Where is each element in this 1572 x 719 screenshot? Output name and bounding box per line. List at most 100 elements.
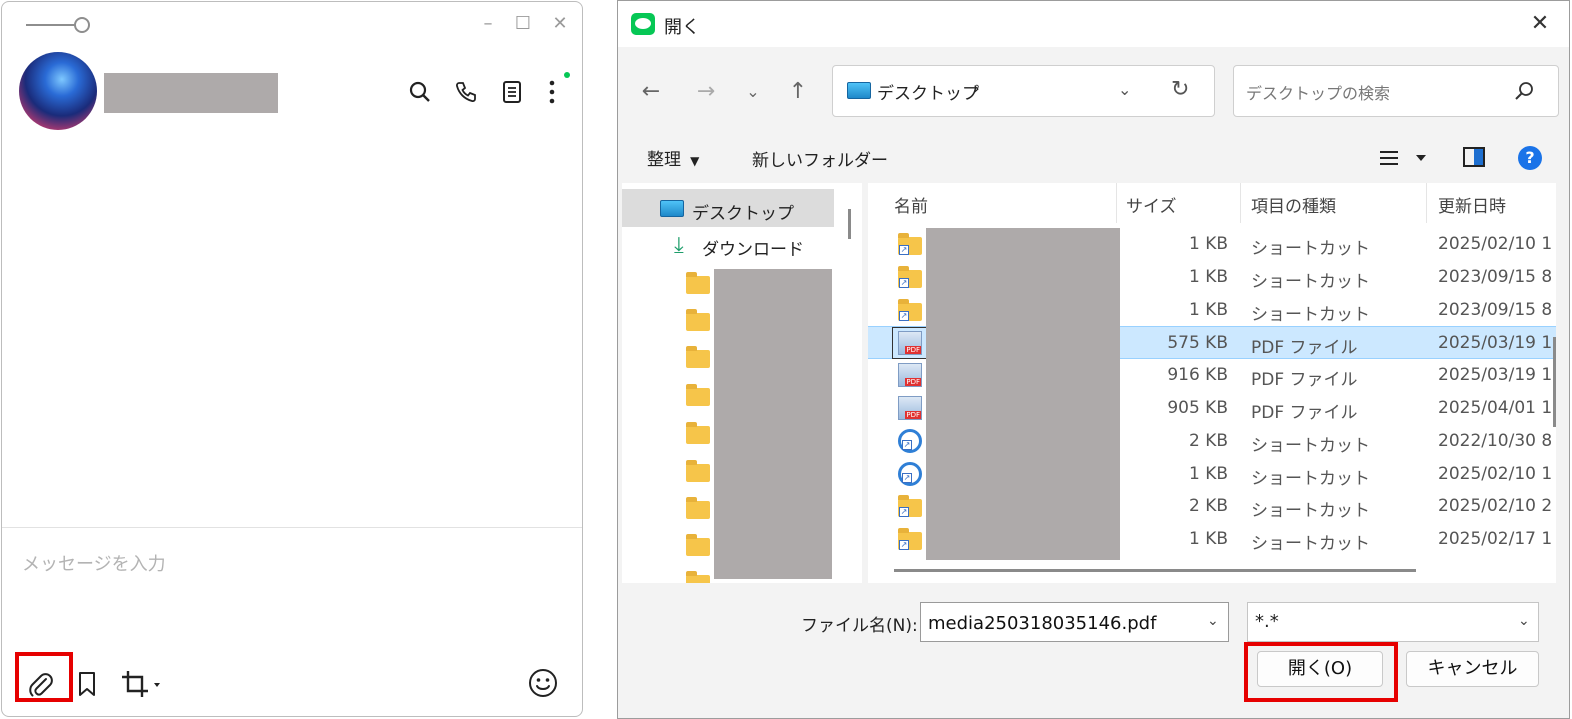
maximize-button[interactable]: ☐ [511,12,535,36]
online-status-dot [564,72,570,78]
tree-zip-folder-icon[interactable] [686,534,710,556]
search-box[interactable]: デスクトップの検索 [1233,65,1559,117]
navigation-pane: デスクトップ ⤓ ダウンロード [622,183,862,583]
file-modified: 2025/04/01 1 [1438,398,1553,418]
dialog-title: 開く [664,17,700,38]
recent-dropdown-icon[interactable]: ⌄ [740,79,766,105]
file-size: 905 KB [1167,398,1228,418]
more-menu-icon[interactable] [538,78,566,106]
file-type: ショートカット [1251,271,1370,292]
file-modified: 2023/09/15 8 [1438,266,1553,287]
file-modified: 2025/02/17 1 [1438,529,1553,550]
preview-pane-icon[interactable] [1463,147,1485,167]
cancel-button[interactable]: キャンセル [1406,651,1539,687]
address-dropdown-icon[interactable]: ⌄ [1118,80,1131,99]
pdf-file-icon [898,363,922,388]
column-headers: 名前 サイズ 項目の種類 更新日時 [868,183,1556,223]
back-arrow-icon[interactable]: ← [638,79,664,105]
tree-folder-icon[interactable] [686,384,710,406]
app-shortcut-icon: ↗ [898,428,922,453]
search-icon[interactable] [1514,81,1534,105]
new-folder-button[interactable]: 新しいフォルダー [752,146,888,171]
selected-icon-focus [892,327,928,360]
file-modified: 2025/03/19 1 [1438,365,1553,386]
pdf-file-icon [898,396,922,420]
filename-value: media250318035146.pdf [928,613,1157,634]
folder-shortcut-icon: ↗ [898,298,922,321]
minimize-button[interactable]: – [476,12,500,36]
file-type-filter[interactable]: *.* ⌄ [1247,602,1539,642]
filter-dropdown-icon[interactable]: ⌄ [1518,613,1530,629]
pin-slider[interactable] [26,16,92,34]
file-names-redacted [926,228,1120,560]
file-list: ^ 名前 サイズ 項目の種類 更新日時 ↗ 1 KB ショートカット 2025/02/… [868,183,1556,583]
horizontal-scrollbar[interactable] [894,569,1416,572]
file-type: PDF ファイル [1251,338,1358,359]
file-type: ショートカット [1251,468,1370,489]
emoji-icon[interactable] [527,667,559,699]
tree-folder-icon[interactable] [686,460,710,482]
column-modified[interactable]: 更新日時 [1438,192,1506,217]
vertical-scrollbar[interactable] [1553,337,1556,427]
file-modified: 2025/03/19 1 [1438,333,1553,354]
download-icon: ⤓ [674,233,684,258]
dialog-close-button[interactable]: ✕ [1523,9,1557,39]
tree-folder-icon[interactable] [686,422,710,444]
tree-names-redacted [714,269,832,579]
tree-zip-folder-icon[interactable] [686,497,710,519]
message-input[interactable]: メッセージを入力 [2,528,582,638]
tree-scrollbar[interactable] [848,209,851,239]
view-options-icon[interactable] [1378,149,1428,169]
file-modified: 2025/02/10 1 [1438,234,1553,254]
filename-input[interactable]: media250318035146.pdf ⌄ [920,602,1229,642]
file-size: 575 KB [1167,333,1228,354]
help-icon[interactable]: ? [1518,146,1542,170]
file-size: 2 KB [1188,496,1228,517]
line-chat-window: – ☐ ✕ メッセージを入力 [1,1,583,717]
file-type: ショートカット [1251,534,1370,555]
folder-shortcut-icon: ↗ [898,495,922,518]
file-size: 916 KB [1167,365,1228,386]
column-size[interactable]: サイズ [1126,192,1177,217]
tree-item-desktop[interactable]: デスクトップ [622,189,834,227]
file-type: ショートカット [1251,501,1370,522]
tree-folder-icon[interactable] [686,272,710,294]
column-type[interactable]: 項目の種類 [1251,192,1336,217]
address-separator[interactable]: › [973,79,980,99]
address-bar[interactable]: デスクトップ › ⌄ ↻ [832,65,1215,117]
file-size: 1 KB [1188,463,1228,484]
screenshot-crop-icon[interactable] [120,669,164,699]
file-modified: 2025/02/10 1 [1438,463,1553,484]
avatar[interactable] [19,52,97,130]
search-icon[interactable] [406,78,434,106]
bookmark-icon[interactable] [76,670,102,700]
refresh-icon[interactable]: ↻ [1171,77,1189,102]
file-modified: 2023/09/15 8 [1438,299,1553,320]
up-arrow-icon[interactable]: ↑ [785,79,811,105]
search-placeholder: デスクトップの検索 [1246,84,1391,103]
filename-dropdown-icon[interactable]: ⌄ [1207,613,1219,629]
app-shortcut-icon: ↗ [898,461,922,486]
filter-value: *.* [1255,611,1279,632]
file-size: 1 KB [1188,529,1228,550]
file-type: ショートカット [1251,435,1370,456]
file-size: 1 KB [1188,234,1228,254]
attach-highlight-box [15,652,73,702]
tree-zip-folder-icon[interactable] [686,571,710,583]
notes-icon[interactable] [498,78,526,106]
file-type: ショートカット [1251,239,1370,259]
title-bar: 開く ✕ [618,1,1569,47]
forward-arrow-icon[interactable]: → [693,79,719,105]
file-modified: 2022/10/30 8 [1438,430,1553,451]
filename-label: ファイル名(N): [801,616,918,636]
phone-icon[interactable] [452,78,480,106]
tree-folder-icon[interactable] [686,346,710,368]
organize-button[interactable]: 整理 ▼ [647,145,699,171]
address-location[interactable]: デスクトップ [877,79,979,104]
folder-shortcut-icon: ↗ [898,265,922,288]
open-highlight-box [1244,642,1398,702]
column-name[interactable]: 名前 [894,192,928,217]
tree-folder-icon[interactable] [686,309,710,331]
close-button[interactable]: ✕ [548,12,572,36]
tree-item-downloads[interactable]: ⤓ ダウンロード [622,229,834,265]
